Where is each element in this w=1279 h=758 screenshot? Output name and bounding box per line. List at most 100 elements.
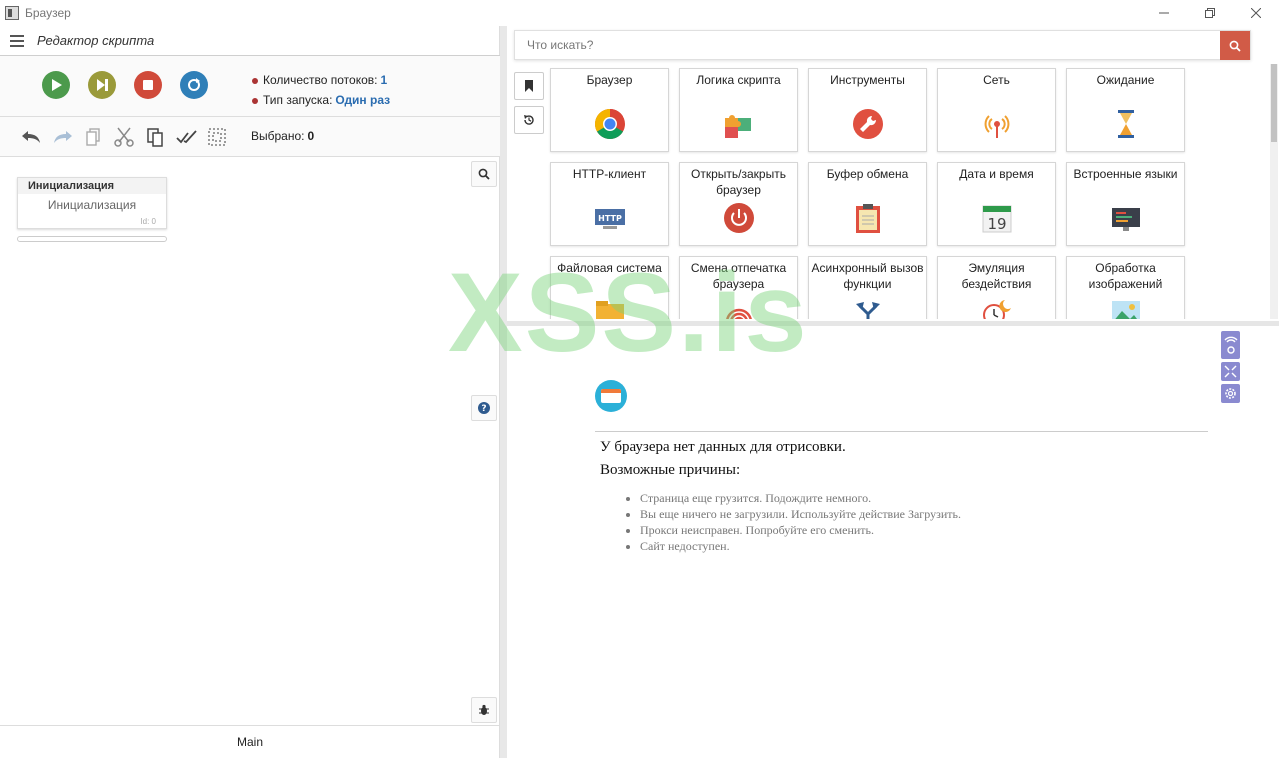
tile-label: Обработка изображений bbox=[1088, 261, 1163, 291]
restore-button[interactable] bbox=[1187, 0, 1233, 26]
copy-button[interactable] bbox=[81, 125, 107, 149]
launch-value[interactable]: Один раз bbox=[335, 93, 390, 107]
threads-label: Количество потоков: bbox=[263, 73, 378, 87]
select-all-button[interactable] bbox=[174, 125, 200, 149]
tiles-scrollbar[interactable] bbox=[1270, 64, 1278, 319]
tile-idle-emulation[interactable]: Эмуляция бездействия bbox=[937, 256, 1056, 319]
tile-fingerprint-change[interactable]: Смена отпечатка браузера bbox=[679, 256, 798, 319]
tile-waiting[interactable]: Ожидание bbox=[1066, 68, 1185, 152]
select-area-button[interactable] bbox=[204, 125, 230, 149]
editor-title: Редактор скрипта bbox=[37, 33, 155, 48]
browser-settings-button[interactable] bbox=[1221, 384, 1240, 403]
selected-counter: Выбрано: 0 bbox=[251, 129, 314, 143]
code-monitor-icon bbox=[1109, 201, 1143, 235]
redo-button[interactable] bbox=[50, 125, 76, 149]
folder-icon bbox=[593, 295, 627, 319]
reasons-list: Страница еще грузится. Подождите немного… bbox=[640, 490, 961, 554]
tile-open-close-browser[interactable]: Открыть/закрыть браузер bbox=[679, 162, 798, 246]
tile-async-call[interactable]: Асинхронный вызов функции bbox=[808, 256, 927, 319]
action-tiles-panel: Браузер Логика скрипта Инструменты Сеть … bbox=[546, 64, 1270, 319]
canvas-search-button[interactable] bbox=[471, 161, 497, 187]
undo-button[interactable] bbox=[18, 125, 44, 149]
svg-text:?: ? bbox=[481, 404, 486, 414]
calendar-icon: 19 bbox=[980, 201, 1014, 235]
no-data-text: У браузера нет данных для отрисовки. bbox=[600, 439, 846, 455]
launch-row: Тип запуска: Один раз bbox=[252, 90, 390, 110]
play-button[interactable] bbox=[42, 71, 70, 99]
window-controls bbox=[1141, 0, 1279, 26]
scrollbar-thumb[interactable] bbox=[1271, 64, 1277, 142]
action-block[interactable]: Инициализация Инициализация Id: 0 bbox=[17, 177, 167, 229]
search-icon bbox=[1229, 40, 1241, 52]
tile-label: Встроенные языки bbox=[1073, 167, 1178, 181]
undo-icon bbox=[22, 131, 40, 143]
bookmarks-button[interactable] bbox=[514, 72, 544, 100]
help-button[interactable]: ? bbox=[471, 395, 497, 421]
threads-row: Количество потоков: 1 bbox=[252, 70, 390, 90]
http-icon-text: HTTP bbox=[598, 214, 622, 223]
debug-button[interactable] bbox=[471, 697, 497, 723]
tile-http-client[interactable]: HTTP-клиент HTTP bbox=[550, 162, 669, 246]
close-icon bbox=[1251, 8, 1261, 18]
block-id: Id: 0 bbox=[140, 217, 156, 226]
action-search-button[interactable] bbox=[1220, 31, 1250, 60]
step-icon bbox=[97, 79, 108, 91]
minimize-button[interactable] bbox=[1141, 0, 1187, 26]
tile-label: Браузер bbox=[586, 73, 633, 87]
tile-file-system[interactable]: Файловая система bbox=[550, 256, 669, 319]
tile-date-time[interactable]: Дата и время 19 bbox=[937, 162, 1056, 246]
edit-toolbar: Выбрано: 0 bbox=[0, 117, 500, 157]
app-icon bbox=[5, 6, 19, 20]
selected-value: 0 bbox=[307, 129, 315, 143]
tab-main[interactable]: Main bbox=[237, 735, 263, 749]
stop-button[interactable] bbox=[134, 71, 162, 99]
vertical-splitter[interactable] bbox=[500, 26, 507, 758]
tile-label: Инструменты bbox=[830, 73, 905, 87]
proxy-status-button[interactable] bbox=[1221, 331, 1240, 359]
tile-image-processing[interactable]: Обработка изображений bbox=[1066, 256, 1185, 319]
search-icon bbox=[478, 168, 490, 180]
puzzle-icon bbox=[722, 107, 756, 141]
scissors-icon bbox=[114, 127, 134, 147]
wrench-icon bbox=[851, 107, 885, 141]
step-button[interactable] bbox=[88, 71, 116, 99]
threads-value[interactable]: 1 bbox=[381, 73, 388, 87]
chrome-icon bbox=[593, 107, 627, 141]
block-header: Инициализация bbox=[18, 178, 166, 194]
tile-browser[interactable]: Браузер bbox=[550, 68, 669, 152]
tile-clipboard[interactable]: Буфер обмена bbox=[808, 162, 927, 246]
tile-label: Буфер обмена bbox=[826, 167, 909, 181]
collapse-button[interactable] bbox=[1221, 362, 1240, 381]
image-icon bbox=[1109, 295, 1143, 319]
function-tab-bar: Main bbox=[0, 725, 500, 758]
tile-label: Открыть/закрыть браузер bbox=[691, 167, 786, 197]
block-connector[interactable] bbox=[17, 236, 167, 242]
selection-icon bbox=[208, 128, 226, 146]
collapse-icon bbox=[1224, 365, 1237, 378]
tile-script-logic[interactable]: Логика скрипта bbox=[679, 68, 798, 152]
script-canvas[interactable]: Инициализация Инициализация Id: 0 ? bbox=[0, 157, 500, 725]
tile-network[interactable]: Сеть bbox=[937, 68, 1056, 152]
tile-tools[interactable]: Инструменты bbox=[808, 68, 927, 152]
wifi-icon bbox=[1223, 336, 1238, 354]
redo-icon bbox=[54, 131, 72, 143]
list-item: Страница еще грузится. Подождите немного… bbox=[640, 490, 961, 506]
antenna-icon bbox=[980, 107, 1014, 141]
launch-label: Тип запуска: bbox=[263, 93, 333, 107]
history-icon bbox=[524, 115, 534, 125]
action-search-input[interactable] bbox=[515, 31, 1215, 59]
bug-icon bbox=[479, 704, 489, 715]
menu-icon[interactable] bbox=[10, 32, 24, 50]
play-icon bbox=[52, 79, 62, 91]
script-editor-pane: Редактор скрипта Количество потоков: 1 Ти… bbox=[0, 26, 500, 758]
paste-button[interactable] bbox=[142, 125, 168, 149]
history-button[interactable] bbox=[514, 106, 544, 134]
close-button[interactable] bbox=[1233, 0, 1279, 26]
tile-label: Сеть bbox=[983, 73, 1010, 87]
app-window: Браузер Редактор скрипта Количество пото… bbox=[0, 0, 1279, 758]
cut-button[interactable] bbox=[111, 125, 137, 149]
http-icon: HTTP bbox=[593, 201, 627, 235]
restart-button[interactable] bbox=[180, 71, 208, 99]
tile-builtin-languages[interactable]: Встроенные языки bbox=[1066, 162, 1185, 246]
run-toolbar: Количество потоков: 1 Тип запуска: Один ра… bbox=[0, 56, 500, 117]
